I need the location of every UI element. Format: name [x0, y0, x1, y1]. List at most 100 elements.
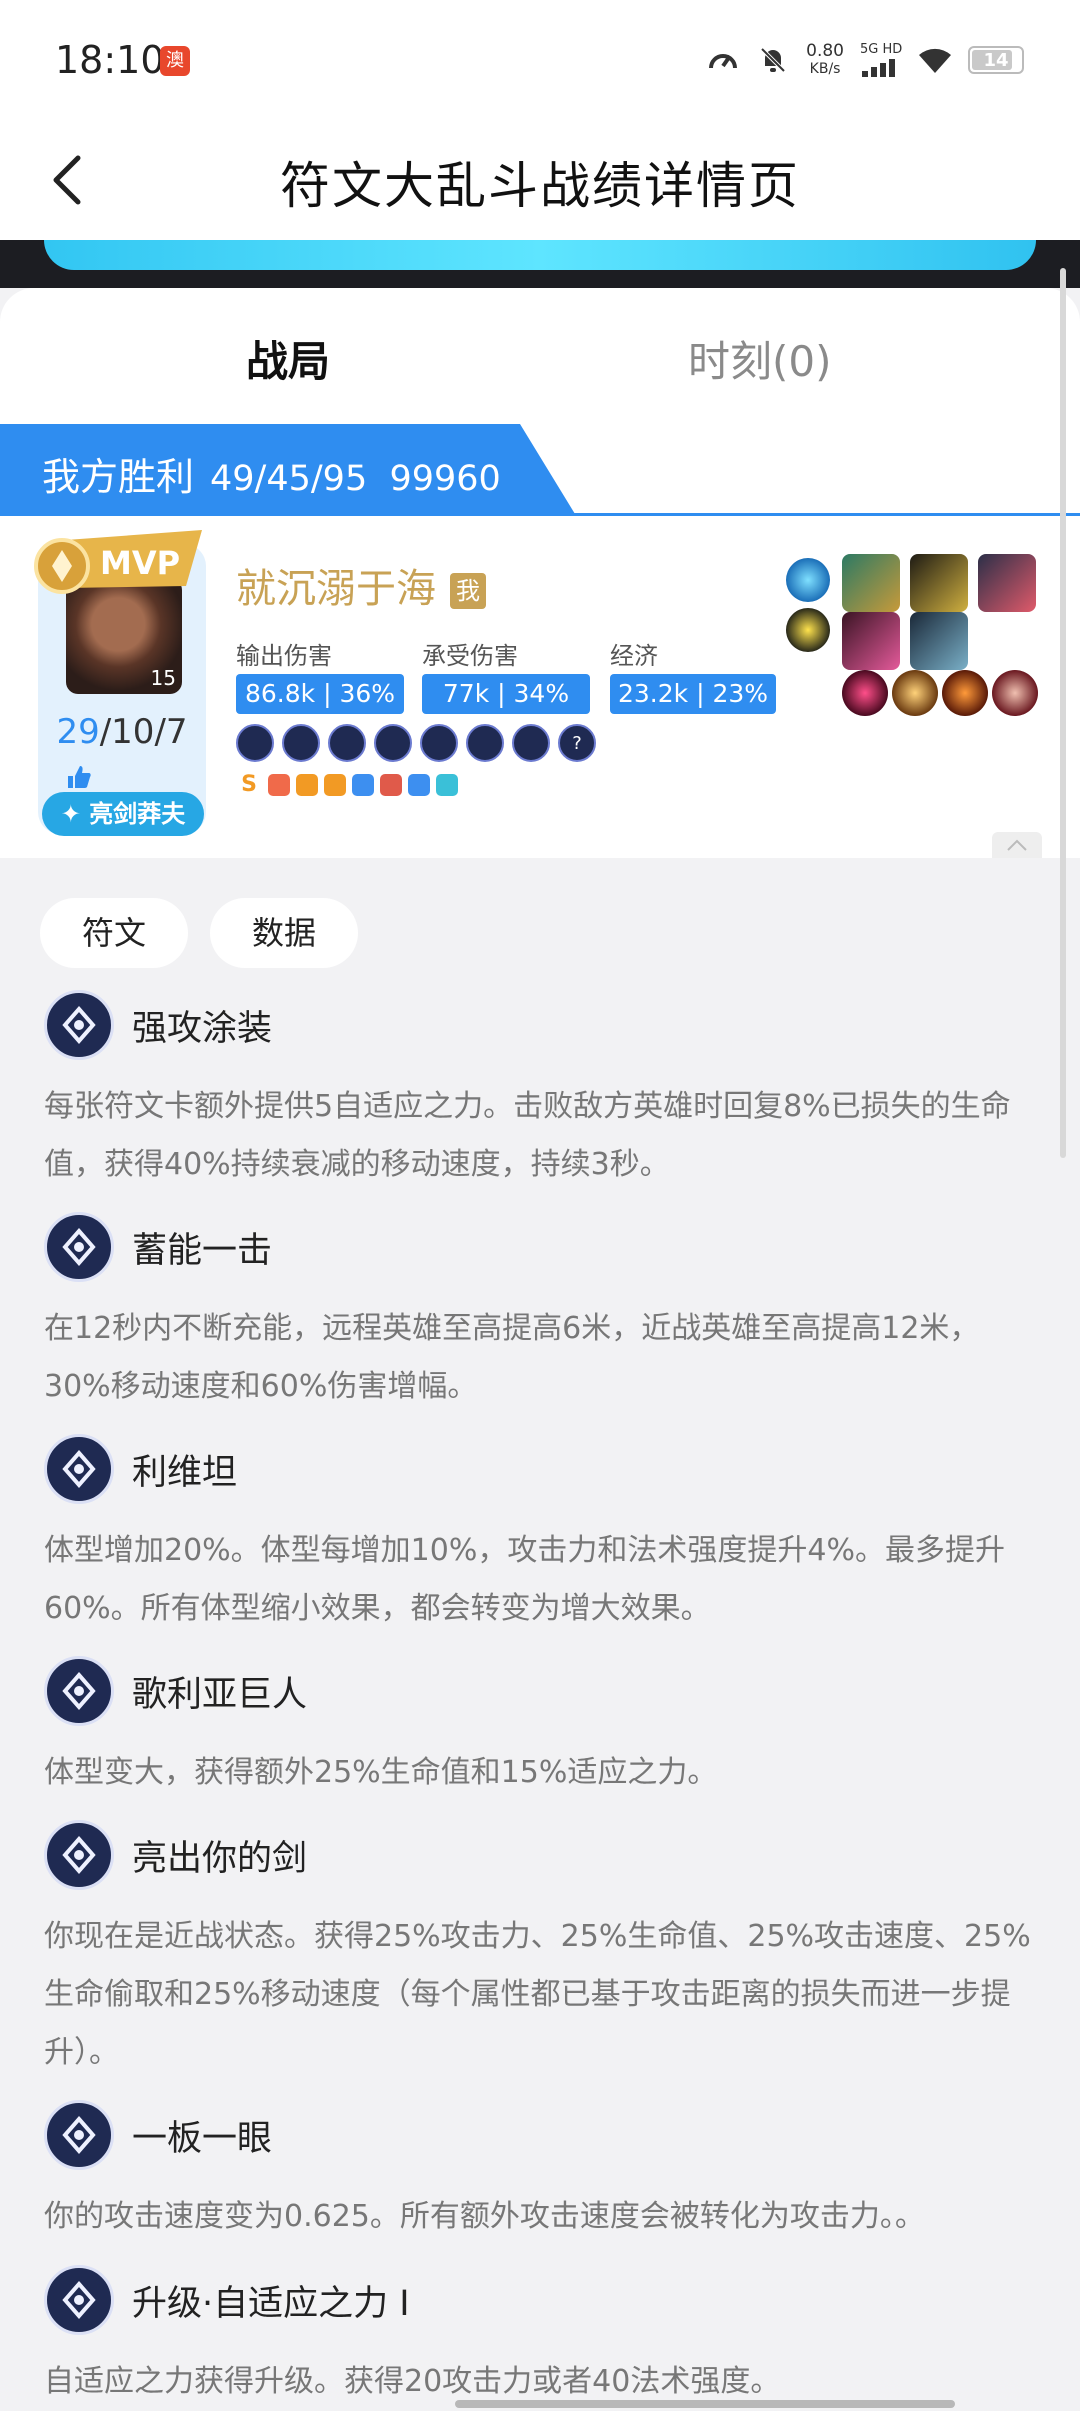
- match-card: 战局 时刻(0) 我方胜利 49/45/95 99960 15 MVP 29/10…: [0, 288, 1080, 858]
- player-tag-icon: [380, 774, 402, 796]
- damage-taken-value: 77k | 34%: [422, 674, 590, 714]
- rune-icon: [44, 2100, 114, 2170]
- item-slot-4-icon[interactable]: [842, 612, 900, 670]
- player-tag-icon: [268, 774, 290, 796]
- team-result-bar: 我方胜利 49/45/95 99960: [0, 424, 1080, 516]
- collapse-button[interactable]: [992, 832, 1042, 858]
- player-tag-icon: [408, 774, 430, 796]
- augment-4-icon[interactable]: [992, 670, 1038, 716]
- economy-label: 经济: [610, 636, 658, 671]
- team-kda: 49/45/95: [210, 459, 367, 499]
- status-time: 18:10: [55, 38, 165, 82]
- augment-1-icon[interactable]: [842, 670, 888, 716]
- network-speed-unit: KB/s: [806, 60, 844, 78]
- chevron-up-icon: [1005, 838, 1029, 852]
- rune-description: 每张符文卡额外提供5自适应之力。击败敌方英雄时回复8%已损失的生命值，获得40%…: [44, 1078, 1044, 1194]
- augment-3-icon[interactable]: [942, 670, 988, 716]
- item-slot-3-icon[interactable]: [978, 554, 1036, 612]
- tab-moments[interactable]: 时刻(0): [688, 328, 832, 389]
- rune-description: 体型变大，获得额外25%生命值和15%适应之力。: [44, 1744, 1044, 1802]
- damage-taken-label: 承受伤害: [422, 636, 518, 671]
- wifi-icon: [918, 43, 952, 77]
- rune-badge-icon[interactable]: [328, 724, 366, 762]
- rune-name: 升级·自适应之力 I: [132, 2275, 410, 2326]
- player-tag-icon: [352, 774, 374, 796]
- rune-name: 强攻涂装: [132, 1000, 272, 1051]
- battery-level: 14: [983, 50, 1008, 71]
- banner-strip: [0, 240, 1080, 288]
- rune-icon: [44, 1212, 114, 1282]
- rune-name: 利维坦: [132, 1444, 237, 1495]
- rune-badge-icon[interactable]: [512, 724, 550, 762]
- speedometer-icon: [706, 43, 740, 77]
- rune-badge-icon[interactable]: [420, 724, 458, 762]
- summoner-spell-2-icon[interactable]: [786, 608, 830, 652]
- rune-icon: [44, 2265, 114, 2335]
- deaths-assists: /10/7: [100, 712, 188, 752]
- rune-icon: [44, 1820, 114, 1890]
- summoner-spell-1-icon[interactable]: [786, 558, 830, 602]
- mvp-label: MVP: [100, 544, 180, 582]
- scrollbar[interactable]: [1060, 268, 1066, 1158]
- app-notification-icon: 澳: [160, 46, 190, 76]
- rune-icon: [44, 1656, 114, 1726]
- rune-description: 体型增加20%。体型每增加10%，攻击力和法术强度提升4%。最多提升60%。所有…: [44, 1522, 1044, 1638]
- network-speed-value: 0.80: [806, 42, 844, 60]
- subtab-data[interactable]: 数据: [210, 898, 358, 968]
- home-indicator[interactable]: [455, 2400, 955, 2408]
- damage-dealt-value: 86.8k | 36%: [236, 674, 404, 714]
- signal-icon: 5G HD: [860, 43, 902, 77]
- tag-row: S: [236, 772, 458, 798]
- damage-dealt-label: 输出伤害: [236, 636, 332, 671]
- me-tag: 我: [450, 573, 486, 609]
- signal-label: 5G HD: [860, 43, 902, 57]
- rune-name: 亮出你的剑: [132, 1830, 307, 1881]
- augment-2-icon[interactable]: [892, 670, 938, 716]
- rune-badge-icon[interactable]: [466, 724, 504, 762]
- rune-name: 歌利亚巨人: [132, 1666, 307, 1717]
- economy-value: 23.2k | 23%: [610, 674, 776, 714]
- item-slot-1-icon[interactable]: [842, 554, 900, 612]
- tab-battle[interactable]: 战局: [246, 328, 330, 389]
- tab-bar: 战局 时刻(0): [0, 288, 1080, 424]
- rune-icon: [44, 1434, 114, 1504]
- player-kda: 29/10/7: [38, 712, 206, 752]
- rune-icon: [44, 990, 114, 1060]
- battery-icon: 14: [968, 46, 1024, 74]
- mvp-badge: MVP: [26, 526, 210, 596]
- rune-name: 蓄能一击: [132, 1222, 272, 1273]
- rune-badge-icon[interactable]: [282, 724, 320, 762]
- network-speed: 0.80 KB/s: [806, 42, 844, 78]
- rune-description: 你现在是近战状态。获得25%攻击力、25%生命值、25%攻击速度、25%生命偷取…: [44, 1908, 1044, 2082]
- rune-description: 在12秒内不断充能，远程英雄至高提高6米，近战英雄至高提高12米，30%移动速度…: [44, 1300, 1044, 1416]
- team-gold: 99960: [389, 459, 500, 499]
- subtab-runes[interactable]: 符文: [40, 898, 188, 968]
- item-slot-2-icon[interactable]: [910, 554, 968, 612]
- player-row[interactable]: 15 MVP 29/10/7 ✦ 亮剑莽夫 就沉溺于海我 输出伤害 86.8k …: [0, 516, 1080, 858]
- like-icon[interactable]: [66, 764, 92, 790]
- nav-bar: 符文大乱斗战绩详情页: [0, 120, 1080, 240]
- rune-name: 一板一眼: [132, 2110, 272, 2161]
- player-tag-icon: S: [236, 772, 262, 798]
- rune-badge-icon[interactable]: [236, 724, 274, 762]
- player-name: 就沉溺于海: [236, 566, 436, 612]
- player-tag-icon: [436, 774, 458, 796]
- rune-badge-icon[interactable]: ?: [558, 724, 596, 762]
- rune-badge-icon[interactable]: [374, 724, 412, 762]
- banner-glow: [44, 240, 1036, 270]
- item-slot-5-icon[interactable]: [910, 612, 968, 670]
- rune-badge-row: ?: [236, 724, 596, 762]
- rune-description: 你的攻击速度变为0.625。所有额外攻击速度会被转化为攻击力。。: [44, 2188, 1044, 2246]
- result-text: 我方胜利 49/45/95 99960: [42, 446, 501, 501]
- hero-name: 亮剑莽夫: [89, 800, 185, 828]
- hero-name-badge: ✦ 亮剑莽夫: [42, 792, 204, 836]
- hero-level: 15: [151, 666, 176, 690]
- status-bar: 18:10 澳 0.80 KB/s 5G HD 14: [0, 0, 1080, 120]
- result-label: 我方胜利: [42, 455, 194, 499]
- player-name-row: 就沉溺于海我: [236, 556, 486, 614]
- page-title: 符文大乱斗战绩详情页: [0, 146, 1080, 218]
- status-icons: 0.80 KB/s 5G HD 14: [706, 40, 1024, 80]
- player-tag-icon: [296, 774, 318, 796]
- kills: 29: [56, 712, 99, 752]
- mute-bell-icon: [756, 43, 790, 77]
